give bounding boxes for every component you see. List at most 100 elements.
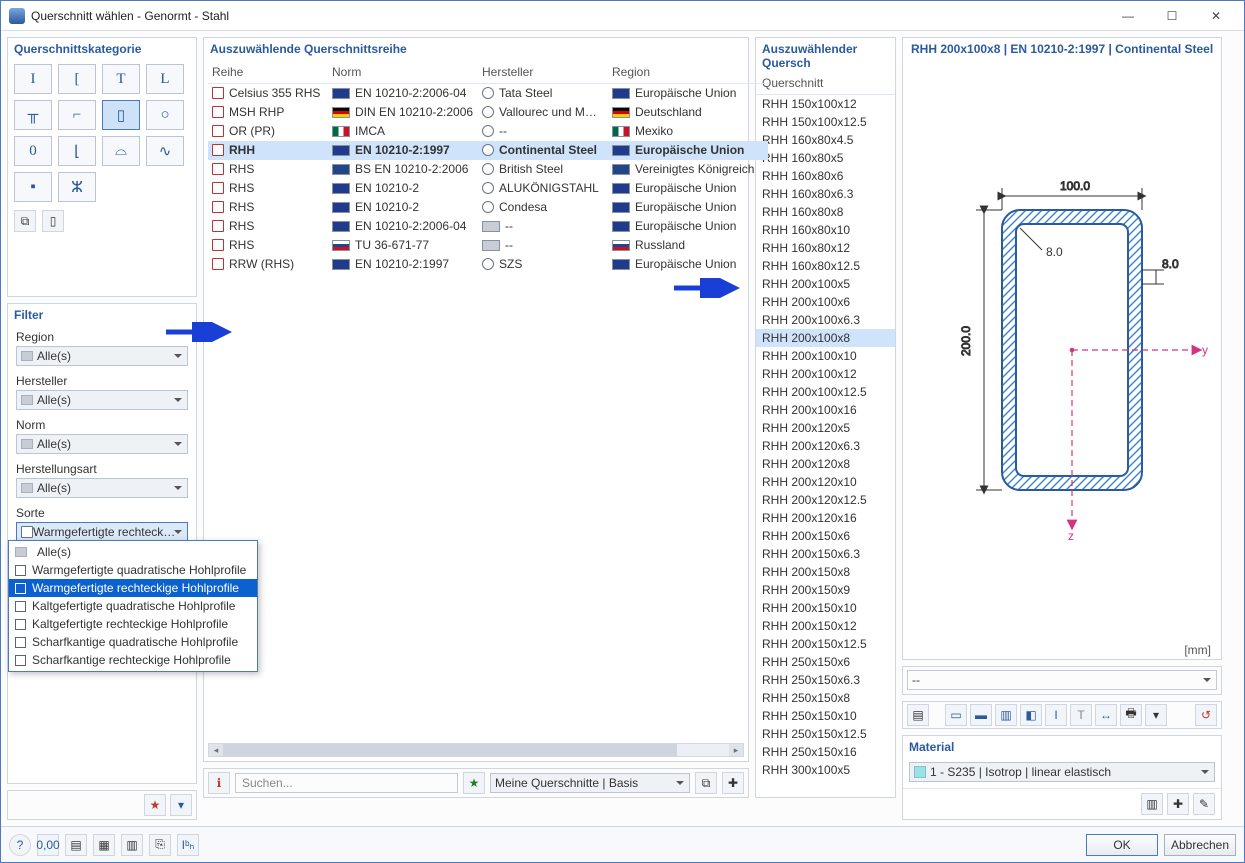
- series-cell[interactable]: --: [478, 217, 608, 236]
- favorite-remove-icon[interactable]: ★: [144, 794, 166, 816]
- qlist-item[interactable]: RHH 250x150x8: [756, 689, 895, 707]
- help-icon[interactable]: ?: [9, 834, 31, 856]
- qlist-item[interactable]: RHH 200x120x8: [756, 455, 895, 473]
- scroll-right-icon[interactable]: ▸: [729, 744, 743, 756]
- series-cell[interactable]: Europäische Union: [608, 217, 768, 236]
- view-dim-icon[interactable]: ↔: [1095, 704, 1117, 726]
- series-cell[interactable]: Continental Steel: [478, 141, 608, 160]
- window-maximize[interactable]: ☐: [1150, 2, 1194, 30]
- view-outline-icon[interactable]: ▭: [945, 704, 967, 726]
- series-cell[interactable]: Vallourec und M…: [478, 103, 608, 122]
- category-tool-expand-icon[interactable]: ⧉: [14, 210, 36, 232]
- qlist-item[interactable]: RHH 200x100x8: [756, 329, 895, 347]
- qlist-item[interactable]: RHH 160x80x8: [756, 203, 895, 221]
- qlist-item[interactable]: RHH 200x100x12: [756, 365, 895, 383]
- series-cell[interactable]: RHS: [208, 236, 328, 255]
- qlist-item[interactable]: RHH 200x150x12: [756, 617, 895, 635]
- qlist-item[interactable]: RHH 200x100x6: [756, 293, 895, 311]
- qlist-item[interactable]: RHH 250x150x10: [756, 707, 895, 725]
- preset-load-icon[interactable]: ⧉: [695, 772, 717, 794]
- qlist-item[interactable]: RHH 250x150x16: [756, 743, 895, 761]
- cancel-button[interactable]: Abbrechen: [1164, 834, 1236, 856]
- series-cell[interactable]: EN 10210-2:2006-04: [328, 217, 478, 236]
- series-table[interactable]: ReiheNormHerstellerRegionCelsius 355 RHS…: [204, 62, 748, 274]
- series-cell[interactable]: EN 10210-2: [328, 198, 478, 217]
- series-cell[interactable]: EN 10210-2: [328, 179, 478, 198]
- print-icon[interactable]: 🖶: [1120, 704, 1142, 726]
- scroll-left-icon[interactable]: ◂: [209, 744, 223, 756]
- tool4-icon[interactable]: ⎘: [149, 834, 171, 856]
- sorte-option[interactable]: Scharfkantige quadratische Hohlprofile: [9, 633, 257, 651]
- qlist-item[interactable]: RHH 200x120x16: [756, 509, 895, 527]
- filter-sorte-dropdown[interactable]: Alle(s)Warmgefertigte quadratische Hohlp…: [8, 540, 258, 672]
- qlist-item[interactable]: RHH 160x80x12: [756, 239, 895, 257]
- qlist-item[interactable]: RHH 200x150x12.5: [756, 635, 895, 653]
- preset-new-icon[interactable]: ✚: [722, 772, 744, 794]
- qlist-item[interactable]: RHH 200x150x10: [756, 599, 895, 617]
- qlist-item[interactable]: RHH 160x80x5: [756, 149, 895, 167]
- series-col-head[interactable]: Norm: [328, 62, 478, 84]
- category-btn-1[interactable]: [: [58, 64, 96, 94]
- series-cell[interactable]: Condesa: [478, 198, 608, 217]
- series-cell[interactable]: EN 10210-2:1997: [328, 141, 478, 160]
- preview-overlay-select[interactable]: --: [907, 670, 1217, 690]
- category-tool-collapse-icon[interactable]: ▯: [42, 210, 64, 232]
- category-btn-16[interactable]: ⵣ: [58, 172, 96, 202]
- category-btn-2[interactable]: T: [102, 64, 140, 94]
- filter-hersteller-select[interactable]: Alle(s): [16, 390, 188, 410]
- qlist-item[interactable]: RHH 200x150x9: [756, 581, 895, 599]
- category-btn-7[interactable]: ○: [146, 100, 184, 130]
- series-cell[interactable]: RHS: [208, 160, 328, 179]
- ok-button[interactable]: OK: [1086, 834, 1158, 856]
- window-close[interactable]: ✕: [1194, 2, 1238, 30]
- series-cell[interactable]: Mexiko: [608, 122, 768, 141]
- qlist-item[interactable]: RHH 200x150x6.3: [756, 545, 895, 563]
- qlist-item[interactable]: RHH 200x100x10: [756, 347, 895, 365]
- category-btn-12[interactable]: ▪: [14, 172, 52, 202]
- section-props-icon[interactable]: ▤: [907, 704, 929, 726]
- qlist-item[interactable]: RHH 250x150x12.5: [756, 725, 895, 743]
- series-col-head[interactable]: Hersteller: [478, 62, 608, 84]
- filter-norm-select[interactable]: Alle(s): [16, 434, 188, 454]
- series-cell[interactable]: SZS: [478, 255, 608, 274]
- dropdown-icon[interactable]: ▾: [1145, 704, 1167, 726]
- series-cell[interactable]: RHS: [208, 217, 328, 236]
- series-cell[interactable]: Russland: [608, 236, 768, 255]
- series-col-head[interactable]: Reihe: [208, 62, 328, 84]
- qlist-item[interactable]: RHH 200x100x5: [756, 275, 895, 293]
- series-cell[interactable]: Deutschland: [608, 103, 768, 122]
- series-hscrollbar[interactable]: ◂ ▸: [208, 743, 744, 757]
- qlist-item[interactable]: RHH 250x150x6.3: [756, 671, 895, 689]
- series-cell[interactable]: DIN EN 10210-2:2006: [328, 103, 478, 122]
- series-cell[interactable]: Europäische Union: [608, 84, 768, 103]
- qlist-item[interactable]: RHH 200x100x16: [756, 401, 895, 419]
- qlist-item[interactable]: RHH 200x100x12.5: [756, 383, 895, 401]
- tool2-icon[interactable]: ▦: [93, 834, 115, 856]
- category-btn-6[interactable]: ▯: [102, 100, 140, 130]
- category-btn-11[interactable]: ∿: [146, 136, 184, 166]
- tool1-icon[interactable]: ▤: [65, 834, 87, 856]
- sorte-option[interactable]: Alle(s): [9, 543, 257, 561]
- sorte-option[interactable]: Kaltgefertigte quadratische Hohlprofile: [9, 597, 257, 615]
- qlist-item[interactable]: RHH 250x150x6: [756, 653, 895, 671]
- series-cell[interactable]: RRW (RHS): [208, 255, 328, 274]
- material-new-icon[interactable]: ✚: [1167, 793, 1189, 815]
- series-cell[interactable]: Tata Steel: [478, 84, 608, 103]
- favorite-add-icon[interactable]: ★: [463, 772, 485, 794]
- sorte-option[interactable]: Warmgefertigte quadratische Hohlprofile: [9, 561, 257, 579]
- series-cell[interactable]: Europäische Union: [608, 179, 768, 198]
- material-edit-icon[interactable]: ✎: [1193, 793, 1215, 815]
- reset-view-icon[interactable]: ↺: [1195, 704, 1217, 726]
- series-cell[interactable]: TU 36-671-77: [328, 236, 478, 255]
- series-cell[interactable]: RHS: [208, 179, 328, 198]
- qlist-item[interactable]: RHH 160x80x6: [756, 167, 895, 185]
- info-icon[interactable]: ℹ: [208, 772, 230, 794]
- view-stress-icon[interactable]: ◧: [1020, 704, 1042, 726]
- series-cell[interactable]: RHH: [208, 141, 328, 160]
- qlist-item[interactable]: RHH 200x120x12.5: [756, 491, 895, 509]
- qlist-item[interactable]: RHH 160x80x6.3: [756, 185, 895, 203]
- category-btn-10[interactable]: ⌓: [102, 136, 140, 166]
- view-i-icon[interactable]: I: [1045, 704, 1067, 726]
- view-t-icon[interactable]: T: [1070, 704, 1092, 726]
- series-cell[interactable]: Europäische Union: [608, 255, 768, 274]
